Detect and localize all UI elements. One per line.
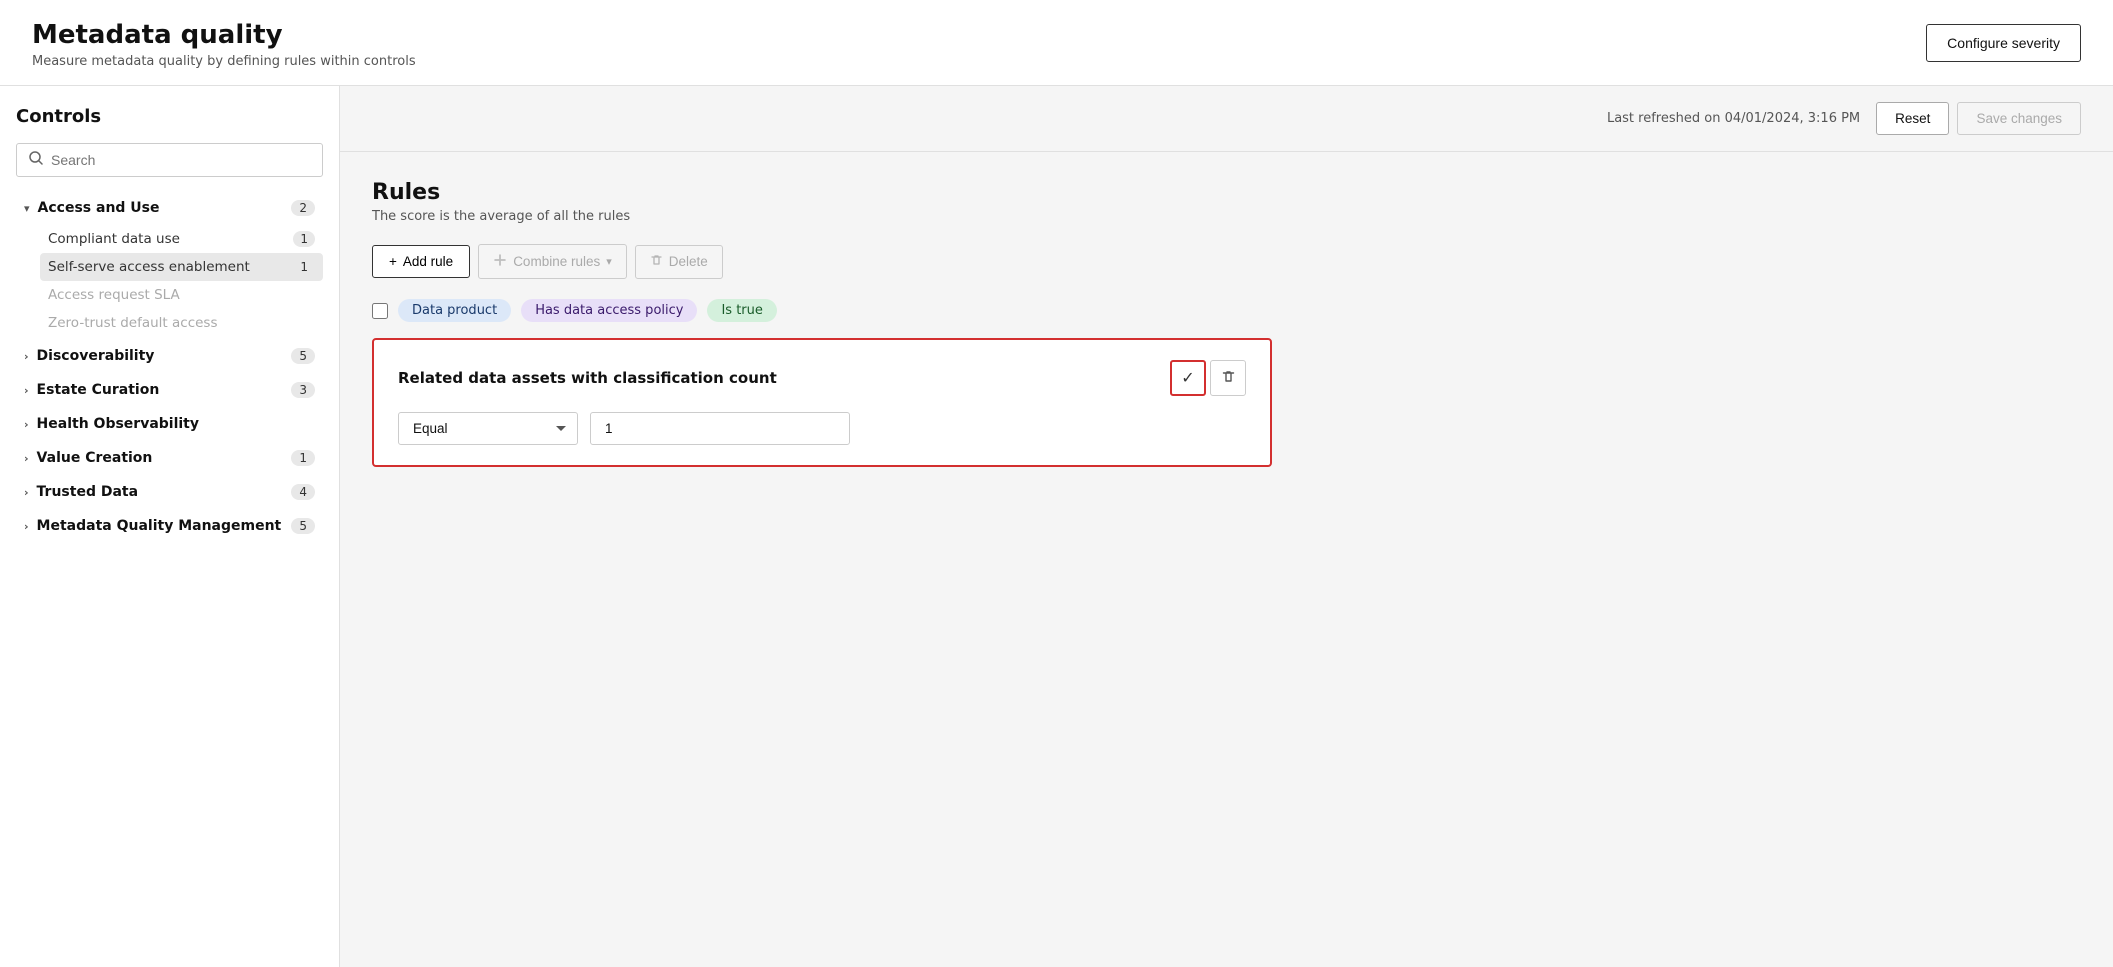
tag-data-product: Data product bbox=[398, 299, 511, 322]
sidebar-item-badge: 1 bbox=[293, 259, 315, 275]
trash-icon bbox=[1221, 369, 1236, 388]
plus-icon: + bbox=[389, 254, 397, 269]
add-rule-button[interactable]: + Add rule bbox=[372, 245, 470, 278]
confirm-rule-button[interactable]: ✓ bbox=[1170, 360, 1206, 396]
nav-group-badge: 3 bbox=[291, 382, 315, 398]
rule-card-actions: ✓ bbox=[1170, 360, 1246, 396]
rules-section: Rules The score is the average of all th… bbox=[340, 152, 2113, 495]
nav-group-access-use-header[interactable]: ▾ Access and Use 2 bbox=[16, 193, 323, 223]
rules-title: Rules bbox=[372, 180, 2081, 205]
sidebar: Controls ▾ Access and Use bbox=[0, 86, 340, 967]
nav-group-badge: 5 bbox=[291, 518, 315, 534]
chevron-right-icon: › bbox=[24, 384, 29, 397]
nav-group-trusted-data-header[interactable]: › Trusted Data 4 bbox=[16, 477, 323, 507]
chevron-down-icon: ▾ bbox=[24, 202, 30, 215]
header-left: Metadata quality Measure metadata qualit… bbox=[32, 20, 416, 69]
rule-card-header: Related data assets with classification … bbox=[398, 360, 1246, 396]
body-layout: Controls ▾ Access and Use bbox=[0, 86, 2113, 967]
rules-actions: + Add rule Combine rules ▾ bbox=[372, 244, 2081, 279]
rule-card: Related data assets with classification … bbox=[372, 338, 1272, 467]
sidebar-item-label: Self-serve access enablement bbox=[48, 259, 250, 275]
chevron-right-icon: › bbox=[24, 418, 29, 431]
sidebar-item-label: Compliant data use bbox=[48, 231, 180, 247]
check-icon: ✓ bbox=[1181, 368, 1194, 388]
nav-group-label: Access and Use bbox=[38, 200, 160, 216]
main-content: Last refreshed on 04/01/2024, 3:16 PM Re… bbox=[340, 86, 2113, 967]
nav-group-metadata-quality: › Metadata Quality Management 5 bbox=[16, 511, 323, 541]
rule-row: Data product Has data access policy Is t… bbox=[372, 299, 2081, 322]
sidebar-title: Controls bbox=[16, 106, 323, 127]
page-title: Metadata quality bbox=[32, 20, 416, 50]
rule-card-title: Related data assets with classification … bbox=[398, 369, 777, 387]
condition-value-input[interactable] bbox=[590, 412, 850, 445]
nav-group-discoverability: › Discoverability 5 bbox=[16, 341, 323, 371]
sidebar-item-compliant-data-use[interactable]: Compliant data use 1 bbox=[40, 225, 323, 253]
tag-has-data-access-policy: Has data access policy bbox=[521, 299, 697, 322]
chevron-right-icon: › bbox=[24, 486, 29, 499]
delete-button[interactable]: Delete bbox=[635, 245, 723, 279]
rules-subtitle: The score is the average of all the rule… bbox=[372, 209, 2081, 224]
nav-group-value-creation-header[interactable]: › Value Creation 1 bbox=[16, 443, 323, 473]
sidebar-item-self-serve[interactable]: Self-serve access enablement 1 bbox=[40, 253, 323, 281]
chevron-right-icon: › bbox=[24, 350, 29, 363]
search-input[interactable] bbox=[51, 152, 310, 168]
nav-sub-items-access-use: Compliant data use 1 Self-serve access e… bbox=[40, 225, 323, 337]
nav-group-value-creation: › Value Creation 1 bbox=[16, 443, 323, 473]
nav-group-badge: 2 bbox=[291, 200, 315, 216]
nav-group-label: Value Creation bbox=[37, 450, 153, 466]
nav-group-badge: 4 bbox=[291, 484, 315, 500]
reset-button[interactable]: Reset bbox=[1876, 102, 1949, 135]
header-right: Configure severity bbox=[1926, 24, 2081, 62]
nav-group-label: Estate Curation bbox=[37, 382, 160, 398]
combine-icon bbox=[493, 253, 507, 270]
nav-group-label: Trusted Data bbox=[37, 484, 139, 500]
nav-group-discoverability-header[interactable]: › Discoverability 5 bbox=[16, 341, 323, 371]
delete-rule-button[interactable] bbox=[1210, 360, 1246, 396]
chevron-down-icon: ▾ bbox=[606, 255, 612, 268]
sidebar-item-zero-trust: Zero-trust default access bbox=[40, 309, 323, 337]
rule-card-controls: Equal Not equal Greater than Less than G… bbox=[398, 412, 1246, 445]
search-icon bbox=[29, 151, 43, 169]
combine-rules-label: Combine rules bbox=[513, 254, 600, 269]
condition-select[interactable]: Equal Not equal Greater than Less than G… bbox=[398, 412, 578, 445]
nav-group-label: Discoverability bbox=[37, 348, 155, 364]
combine-rules-button[interactable]: Combine rules ▾ bbox=[478, 244, 627, 279]
nav-group-health-observability: › Health Observability bbox=[16, 409, 323, 439]
chevron-right-icon: › bbox=[24, 520, 29, 533]
last-refreshed-text: Last refreshed on 04/01/2024, 3:16 PM bbox=[1607, 111, 1860, 126]
header: Metadata quality Measure metadata qualit… bbox=[0, 0, 2113, 86]
save-changes-button[interactable]: Save changes bbox=[1957, 102, 2081, 135]
rule-checkbox[interactable] bbox=[372, 303, 388, 319]
page-subtitle: Measure metadata quality by defining rul… bbox=[32, 54, 416, 69]
nav-group-estate-curation: › Estate Curation 3 bbox=[16, 375, 323, 405]
search-box bbox=[16, 143, 323, 177]
tag-is-true: Is true bbox=[707, 299, 776, 322]
nav-group-metadata-quality-header[interactable]: › Metadata Quality Management 5 bbox=[16, 511, 323, 541]
nav-group-estate-curation-header[interactable]: › Estate Curation 3 bbox=[16, 375, 323, 405]
nav-group-trusted-data: › Trusted Data 4 bbox=[16, 477, 323, 507]
delete-label: Delete bbox=[669, 254, 708, 269]
main-toolbar: Last refreshed on 04/01/2024, 3:16 PM Re… bbox=[340, 86, 2113, 152]
sidebar-item-label: Access request SLA bbox=[48, 287, 180, 303]
add-rule-label: Add rule bbox=[403, 254, 453, 269]
configure-severity-button[interactable]: Configure severity bbox=[1926, 24, 2081, 62]
nav-group-badge: 1 bbox=[291, 450, 315, 466]
nav-group-label: Metadata Quality Management bbox=[37, 518, 282, 534]
sidebar-item-badge: 1 bbox=[293, 231, 315, 247]
trash-icon bbox=[650, 254, 663, 270]
sidebar-item-label: Zero-trust default access bbox=[48, 315, 218, 331]
nav-group-access-use: ▾ Access and Use 2 Compliant data use 1 … bbox=[16, 193, 323, 337]
sidebar-item-access-request-sla: Access request SLA bbox=[40, 281, 323, 309]
nav-group-label: Health Observability bbox=[37, 416, 199, 432]
nav-group-badge: 5 bbox=[291, 348, 315, 364]
chevron-right-icon: › bbox=[24, 452, 29, 465]
nav-group-health-observability-header[interactable]: › Health Observability bbox=[16, 409, 323, 439]
